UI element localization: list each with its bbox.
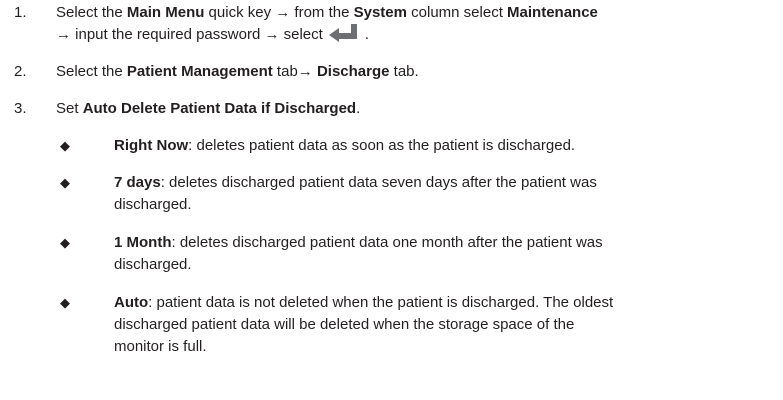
text-run: . [356, 100, 361, 117]
option-line: discharged. [114, 196, 192, 213]
option-text: Auto: patient data is not deleted when t… [114, 292, 775, 358]
text-run: Select the [56, 63, 127, 80]
option-description: : deletes patient data as soon as the pa… [188, 137, 576, 154]
menu-name-main-menu: Main Menu [126, 4, 205, 21]
option-line: discharged. [114, 256, 192, 273]
step-number: 3. [14, 100, 27, 117]
menu-name-system: System [353, 4, 407, 21]
option-term: 7 days [114, 174, 161, 191]
text-run: tab. [389, 63, 419, 80]
option-line: discharged patient data will be deleted … [114, 316, 575, 333]
option-line: 1 Month: deletes discharged patient data… [114, 232, 775, 254]
step-number: 1. [14, 4, 27, 21]
option-line: 7 days: deletes discharged patient data … [114, 172, 775, 194]
menu-name-patient-management: Patient Management [126, 63, 273, 80]
option-term: 1 Month [114, 234, 172, 251]
step-text: Select the Patient Management tab→ Disch… [56, 61, 783, 83]
setting-name: Auto Delete Patient Data if Discharged [82, 100, 357, 117]
text-run: Set [56, 100, 83, 117]
menu-name-maintenance: Maintenance [507, 4, 598, 21]
option-text: 7 days: deletes discharged patient data … [114, 172, 775, 216]
text-run: quick key → from the [204, 4, 354, 21]
option-description: : deletes discharged patient data one mo… [171, 234, 603, 251]
step-text: Set Auto Delete Patient Data if Discharg… [56, 98, 783, 120]
menu-name-discharge: Discharge [316, 63, 390, 80]
option-text: 1 Month: deletes discharged patient data… [114, 232, 775, 276]
diamond-bullet-icon: ◆ [60, 138, 70, 153]
option-line: Auto: patient data is not deleted when t… [114, 292, 775, 314]
step-number: 2. [14, 63, 27, 80]
text-run: tab→ [272, 63, 317, 80]
text-run: column select [406, 4, 508, 21]
text-run: → input the required password → select [56, 26, 323, 43]
enter-key-icon [328, 24, 365, 42]
diamond-bullet-icon: ◆ [60, 235, 70, 250]
option-description: : patient data is not deleted when the p… [148, 294, 614, 311]
step-text: Select the Main Menu quick key → from th… [56, 2, 783, 46]
option-text: Right Now: deletes patient data as soon … [114, 135, 775, 157]
step-line: → input the required password → select. [56, 24, 783, 46]
option-term: Right Now [114, 137, 189, 154]
option-line: monitor is full. [114, 338, 207, 355]
option-term: Auto [114, 294, 149, 311]
text-run: . [364, 26, 369, 43]
text-run: Select the [56, 4, 127, 21]
diamond-bullet-icon: ◆ [60, 295, 70, 310]
step-line: Select the Main Menu quick key → from th… [56, 2, 783, 24]
diamond-bullet-icon: ◆ [60, 175, 70, 190]
option-description: : deletes discharged patient data seven … [160, 174, 597, 191]
